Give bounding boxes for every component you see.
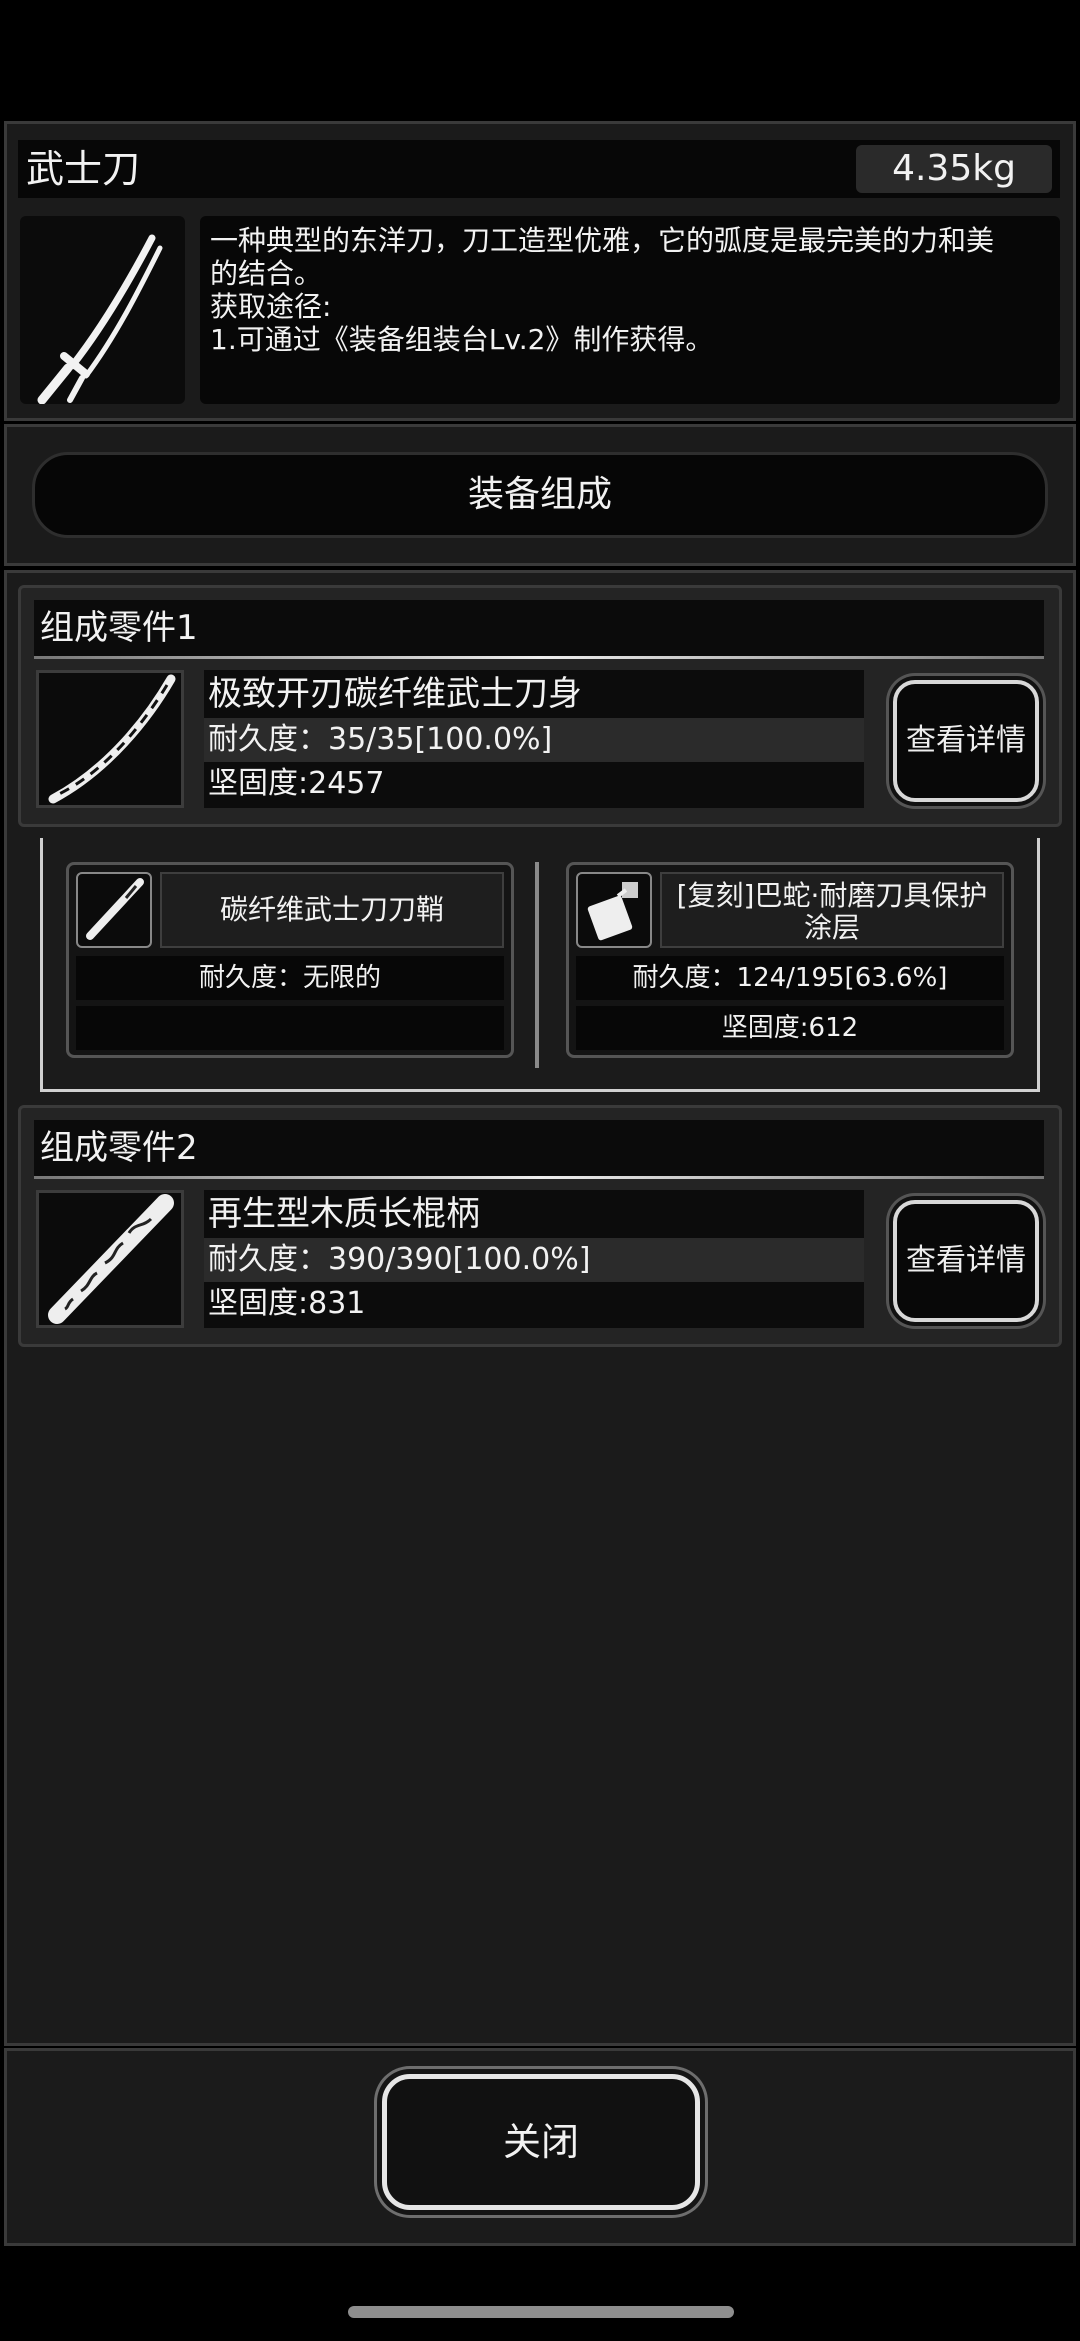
divider (34, 1176, 1044, 1179)
description-line: 获取途径: (210, 290, 332, 323)
sub-component-durability: 耐久度：124/195[63.6%] (576, 956, 1004, 1000)
part-thumbnail[interactable] (36, 1190, 184, 1328)
sub-component-durability: 耐久度：无限的 (76, 956, 504, 1000)
katana-icon (37, 234, 163, 405)
item-name: 武士刀 (26, 147, 141, 191)
description-line: 的结合。 (210, 257, 323, 290)
view-details-button[interactable]: 查看详情 (893, 680, 1039, 802)
view-details-button[interactable]: 查看详情 (893, 1200, 1039, 1322)
close-button[interactable]: 关闭 (382, 2074, 700, 2210)
part-durability: 耐久度：35/35[100.0%] (204, 718, 864, 762)
spray-coating-icon (587, 882, 638, 941)
item-thumbnail (20, 216, 185, 405)
sub-component-hardness: 坚固度:612 (576, 1006, 1004, 1050)
part-hardness: 坚固度:2457 (204, 762, 864, 808)
item-description: 一种典型的东洋刀，刀工造型优雅，它的弧度是最完美的力和美 的结合。 获取途径: … (200, 216, 1060, 404)
wooden-handle-icon (48, 1194, 174, 1324)
sub-thumbnail[interactable] (576, 872, 652, 948)
item-weight: 4.35kg (856, 145, 1052, 193)
part-durability: 耐久度：390/390[100.0%] (204, 1238, 864, 1282)
sub-component-name: [复刻]巴蛇·耐磨刀具保护 涂层 (660, 872, 1004, 948)
sub-component-hardness (76, 1006, 504, 1050)
sub-divider (535, 862, 539, 1068)
katana-blade-icon (48, 674, 176, 804)
part-name: 极致开刃碳纤维武士刀身 (204, 670, 864, 718)
part-name: 再生型木质长棍柄 (204, 1190, 864, 1238)
part-hardness: 坚固度:831 (204, 1282, 864, 1328)
part-header: 组成零件2 (34, 1120, 1044, 1176)
part-header: 组成零件1 (34, 600, 1044, 656)
sub-thumbnail[interactable] (76, 872, 152, 948)
equipment-composition-button[interactable]: 装备组成 (32, 452, 1048, 538)
part-thumbnail[interactable] (36, 670, 184, 808)
scabbard-icon (86, 878, 144, 940)
sub-component-name-line: 涂层 (803, 911, 860, 944)
description-line: 1.可通过《装备组装台Lv.2》制作获得。 (210, 323, 714, 356)
home-indicator[interactable] (348, 2306, 734, 2318)
divider (34, 656, 1044, 659)
sub-component-name: 碳纤维武士刀刀鞘 (160, 872, 504, 948)
description-line: 一种典型的东洋刀，刀工造型优雅，它的弧度是最完美的力和美 (210, 224, 995, 257)
sub-component-name-line: [复刻]巴蛇·耐磨刀具保护 (676, 879, 988, 912)
